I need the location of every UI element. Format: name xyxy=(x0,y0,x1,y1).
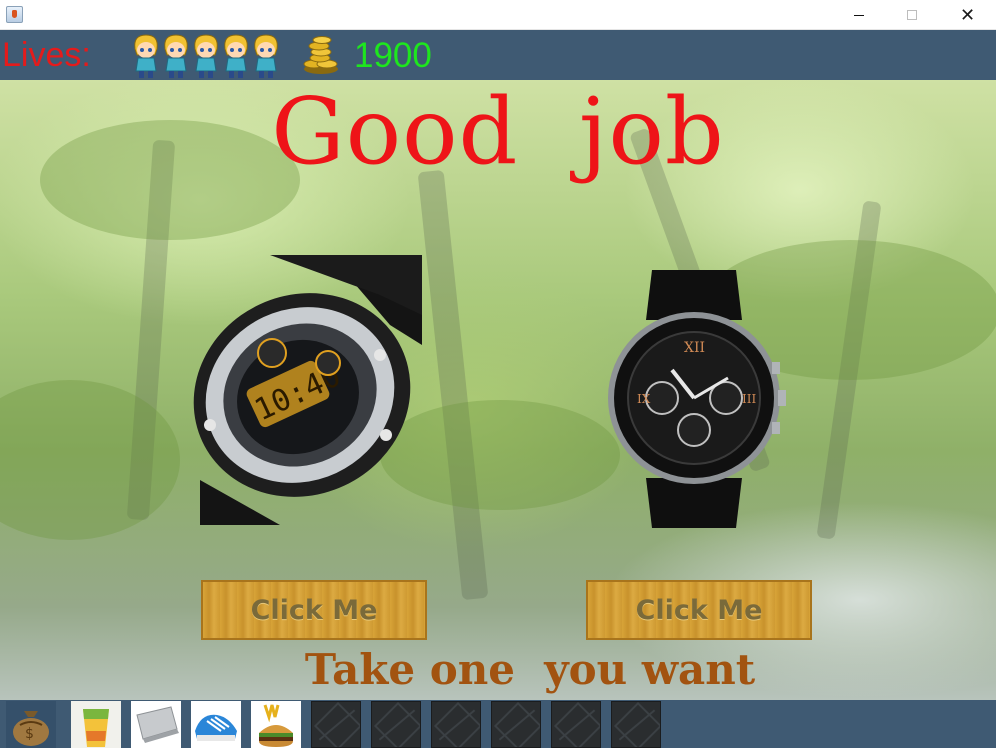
drink-cup-icon xyxy=(71,701,121,748)
hero-girl-icon xyxy=(224,34,248,78)
click-me-left-button[interactable]: Click Me xyxy=(201,580,427,640)
empty-slot-icon[interactable] xyxy=(491,701,541,748)
inventory-slot[interactable] xyxy=(131,701,181,748)
maximize-icon xyxy=(906,10,917,20)
chronograph-watch-icon[interactable]: XII III IX xyxy=(602,270,786,528)
click-me-right-button[interactable]: Click Me xyxy=(586,580,812,640)
svg-text:III: III xyxy=(742,392,756,406)
inventory-bar: $ xyxy=(0,700,996,748)
hero-girl-icon xyxy=(134,34,158,78)
burger-icon xyxy=(251,701,301,748)
inventory-slot[interactable] xyxy=(251,701,301,748)
hud-bar: Lives: 1900 xyxy=(0,30,996,80)
svg-text:XII: XII xyxy=(684,340,705,356)
hero-girl-icon xyxy=(194,34,218,78)
game-scene: Good job 10:40 XII III IX Click Me Click… xyxy=(0,80,996,700)
good-job-title: Good job xyxy=(271,80,725,185)
empty-slot-icon[interactable] xyxy=(311,701,361,748)
empty-slot-icon[interactable] xyxy=(551,701,601,748)
inventory-slot[interactable] xyxy=(71,701,121,748)
sneaker-icon xyxy=(191,701,241,748)
svg-text:$: $ xyxy=(25,726,34,742)
tree-trunk xyxy=(417,169,489,601)
java-app-icon xyxy=(6,6,23,23)
empty-slot-icon[interactable] xyxy=(431,701,481,748)
take-one-subtitle: Take one you want xyxy=(304,645,756,694)
minimize-icon xyxy=(853,14,864,16)
inventory-slot[interactable] xyxy=(191,701,241,748)
minimize-button[interactable] xyxy=(836,0,881,30)
lives-label: Lives: xyxy=(2,36,91,74)
money-bag-icon: $ xyxy=(6,701,56,748)
close-button[interactable]: ✕ xyxy=(945,0,990,30)
hero-girl-icon xyxy=(254,34,278,78)
digital-sport-watch-icon[interactable]: 10:40 xyxy=(180,255,422,525)
button-label: Click Me xyxy=(250,594,378,626)
window-title-bar: ✕ xyxy=(0,0,996,30)
button-label: Click Me xyxy=(635,594,763,626)
maximize-button[interactable] xyxy=(889,0,934,30)
score-value: 1900 xyxy=(354,36,432,75)
inventory-slot[interactable]: $ xyxy=(6,701,56,748)
laptop-icon xyxy=(131,701,181,748)
svg-text:IX: IX xyxy=(637,392,651,406)
empty-slot-icon[interactable] xyxy=(611,701,661,748)
gold-coins-icon xyxy=(303,36,338,74)
hero-girl-icon xyxy=(164,34,188,78)
close-icon: ✕ xyxy=(959,4,976,26)
empty-slot-icon[interactable] xyxy=(371,701,421,748)
